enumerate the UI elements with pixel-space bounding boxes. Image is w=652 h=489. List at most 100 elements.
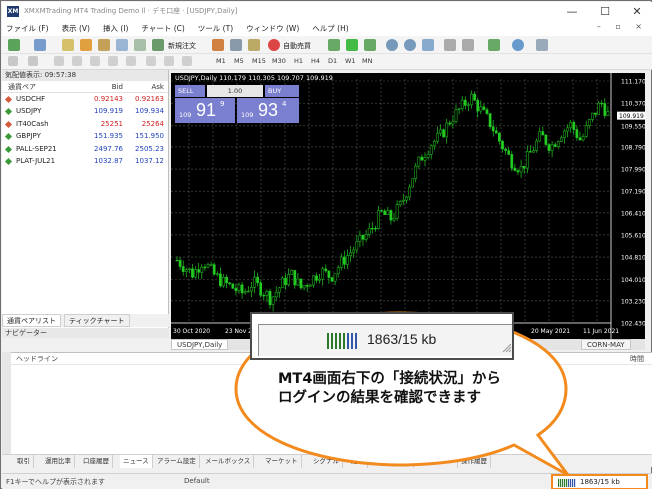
signals-icon[interactable] <box>248 39 260 51</box>
market-watch-row[interactable]: GBPJPY 151.935 151.950 <box>2 130 168 142</box>
minimize-button[interactable]: — <box>557 2 587 21</box>
arrows-icon[interactable] <box>182 56 192 66</box>
lock-icon[interactable] <box>230 39 242 51</box>
menu-chart[interactable]: チャート (C) <box>141 23 184 34</box>
market-watch-row[interactable]: PLAT-JUL21 1032.87 1037.12 <box>2 155 168 167</box>
zoom-out-icon[interactable] <box>404 39 416 51</box>
bid-column[interactable]: Bid <box>112 81 123 93</box>
new-order-button[interactable]: 新規注文 <box>168 41 196 51</box>
timeframe-d1[interactable]: D1 <box>328 57 337 65</box>
candle <box>606 106 610 117</box>
text-tool-icon[interactable] <box>146 56 156 66</box>
market-watch-row[interactable]: USDCHF 0.92143 0.92163 <box>2 93 168 105</box>
timeframe-h1[interactable]: H1 <box>294 57 303 65</box>
market-watch-row[interactable]: IT40Cash 25251 25264 <box>2 118 168 130</box>
fibonacci-icon[interactable] <box>126 56 136 66</box>
resize-grip-icon <box>502 343 512 353</box>
cursor-icon[interactable] <box>8 56 18 66</box>
maximize-button[interactable]: ☐ <box>590 2 620 21</box>
timeframe-m5[interactable]: M5 <box>234 57 244 65</box>
crosshair-icon[interactable] <box>28 56 38 66</box>
candle <box>414 162 418 183</box>
market-watch-header: 通貨ペア Bid Ask <box>2 81 168 93</box>
time-column[interactable]: 時間 <box>630 353 644 365</box>
vertical-line-icon[interactable] <box>54 56 64 66</box>
chart-shift-icon[interactable] <box>462 39 474 51</box>
tile-windows-icon[interactable] <box>422 39 434 51</box>
timeframe-m30[interactable]: M30 <box>272 57 286 65</box>
navigator-icon[interactable] <box>98 39 110 51</box>
timeframe-w1[interactable]: W1 <box>345 57 356 65</box>
sell-button[interactable]: SELL <box>175 85 205 97</box>
symbol-name: IT40Cash <box>16 119 49 128</box>
timeframe-mn[interactable]: MN <box>362 57 372 65</box>
bid-price: 2497.76 <box>94 144 123 153</box>
line-chart-icon[interactable] <box>364 39 376 51</box>
new-order-icon[interactable] <box>152 39 164 51</box>
terminal-tab[interactable]: 運用比率 <box>42 455 75 468</box>
terminal-tab[interactable]: 取引 <box>14 455 34 468</box>
ide-icon[interactable] <box>212 39 224 51</box>
candle <box>243 288 247 295</box>
terminal-icon[interactable] <box>116 39 128 51</box>
terminal-side-handle[interactable] <box>2 352 11 466</box>
market-watch-row[interactable]: PALL-SEP21 2497.76 2505.23 <box>2 143 168 155</box>
ask-price: 25264 <box>141 119 164 128</box>
date-axis-label: 30 Oct 2020 <box>173 328 210 335</box>
menu-window[interactable]: ウィンドウ (W) <box>246 23 299 34</box>
menu-view[interactable]: 表示 (V) <box>62 23 90 34</box>
auto-trading-icon[interactable] <box>268 39 280 51</box>
horizontal-line-icon[interactable] <box>72 56 82 66</box>
market-watch-row[interactable]: USDJPY 109.919 109.934 <box>2 105 168 117</box>
zoom-in-icon[interactable] <box>386 39 398 51</box>
periods-icon[interactable] <box>512 39 524 51</box>
price-axis-label: 104.010 <box>621 277 645 284</box>
label-tool-icon[interactable] <box>164 56 174 66</box>
tab-symbols[interactable]: 通貨ペアリスト <box>2 314 61 327</box>
menu-insert[interactable]: 挿入 (I) <box>103 23 128 34</box>
terminal-tab[interactable]: 口座履歴 <box>80 455 113 468</box>
candle <box>203 264 207 271</box>
tester-icon[interactable] <box>134 39 146 51</box>
candle <box>206 262 210 269</box>
connection-status-text: 1863/15 kb <box>580 478 620 486</box>
auto-scroll-icon[interactable] <box>444 39 456 51</box>
lot-size-input[interactable]: 1.00 <box>207 85 263 97</box>
menu-file[interactable]: ファイル (F) <box>6 23 49 34</box>
close-button[interactable]: ✕ <box>622 2 652 21</box>
market-watch-icon[interactable] <box>62 39 74 51</box>
profiles-icon[interactable] <box>34 39 46 51</box>
terminal-tab[interactable]: アラーム設定 <box>154 455 200 468</box>
trendline-icon[interactable] <box>90 56 100 66</box>
candle <box>550 140 554 158</box>
timeframe-m15[interactable]: M15 <box>252 57 266 65</box>
sell-price-box[interactable]: 109 91 9 <box>175 98 235 123</box>
candle <box>457 107 461 115</box>
indicators-icon[interactable] <box>488 39 500 51</box>
new-chart-icon[interactable] <box>8 39 20 51</box>
headline-column[interactable]: ヘッドライン <box>16 353 58 365</box>
ask-price: 151.950 <box>135 132 164 141</box>
candle <box>513 163 517 172</box>
timeframe-h4[interactable]: H4 <box>311 57 320 65</box>
data-window-icon[interactable] <box>80 39 92 51</box>
terminal-tab[interactable]: ニュース <box>120 455 153 468</box>
menu-help[interactable]: ヘルプ (H) <box>312 23 348 34</box>
price-down-icon <box>4 120 13 128</box>
candle-chart-icon[interactable] <box>346 39 358 51</box>
bar-chart-icon[interactable] <box>328 39 340 51</box>
candle <box>563 128 566 144</box>
auto-trading-button[interactable]: 自動売買 <box>283 41 311 51</box>
channel-icon[interactable] <box>108 56 118 66</box>
buy-button[interactable]: BUY <box>265 85 299 97</box>
menu-tools[interactable]: ツール (T) <box>198 23 233 34</box>
templates-icon[interactable] <box>536 39 548 51</box>
buy-price-box[interactable]: 109 93 4 <box>237 98 299 123</box>
timeframe-m1[interactable]: M1 <box>216 57 226 65</box>
mdi-controls[interactable]: – ▫ × <box>597 22 648 31</box>
tab-tick-chart[interactable]: ティックチャート <box>64 314 130 327</box>
candle <box>516 168 520 175</box>
chart-tab-corn[interactable]: CORN-MAY <box>581 339 631 350</box>
symbol-column[interactable]: 通貨ペア <box>8 81 36 93</box>
ask-column[interactable]: Ask <box>152 81 165 93</box>
